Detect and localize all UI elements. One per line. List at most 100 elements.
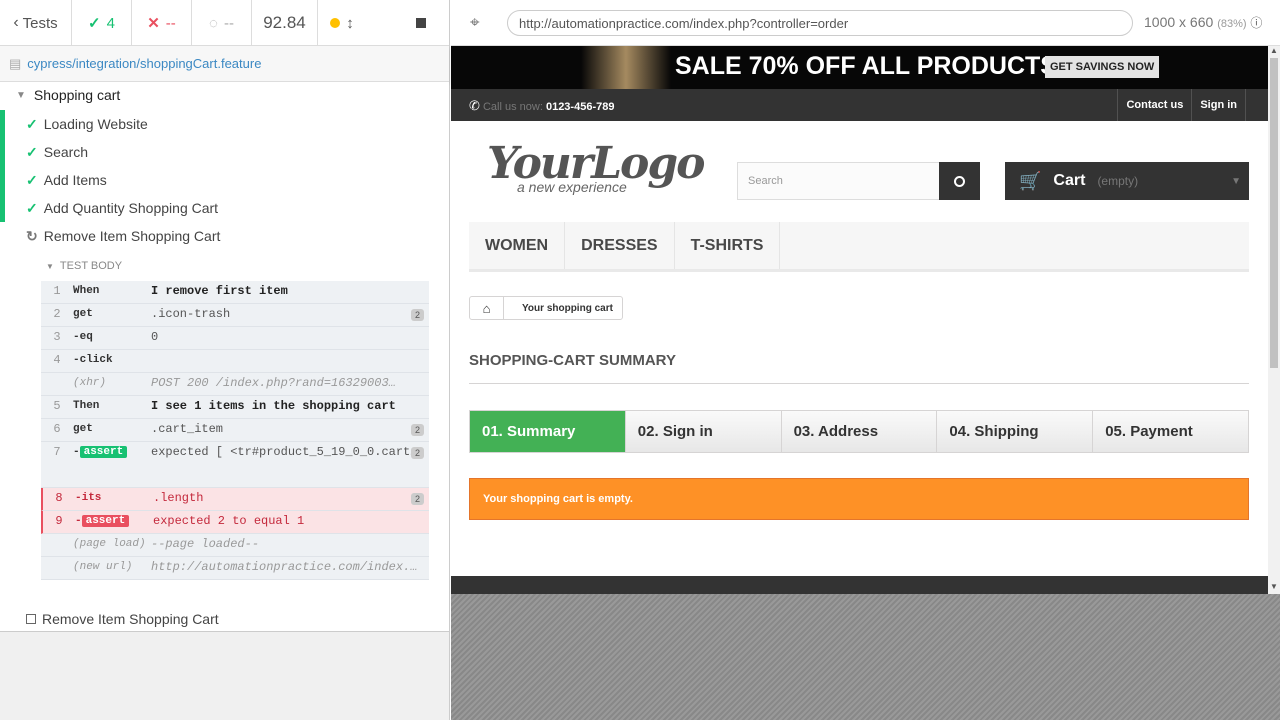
command-name: get bbox=[73, 423, 93, 435]
scroll-down-icon[interactable]: ▼ bbox=[1270, 582, 1278, 591]
count-badge: 2 bbox=[410, 493, 424, 505]
sale-banner[interactable]: SALE 70% OFF ALL PRODUCTS GET SAVINGS NO… bbox=[451, 46, 1268, 89]
banner-title: SALE 70% OFF ALL PRODUCTS bbox=[675, 52, 1057, 80]
auto-scroll-toggle[interactable]: ↕ bbox=[318, 0, 366, 46]
viewport-info: 1000 x 660 (83%) ⓘ bbox=[1144, 14, 1263, 30]
command-message: .cart_item bbox=[151, 422, 224, 436]
command-row[interactable]: 5 Then I see 1 items in the shopping cart bbox=[41, 396, 429, 419]
cart-dropdown[interactable]: 🛒 Cart (empty) ▼ bbox=[1005, 162, 1249, 200]
breadcrumb: ⌂ Your shopping cart bbox=[469, 296, 623, 320]
chevron-left-icon: ‹ bbox=[13, 14, 19, 31]
command-name: -click bbox=[73, 354, 113, 366]
test-item[interactable]: ✓ Loading Website bbox=[0, 110, 449, 138]
test-item[interactable]: ✓ Add Items bbox=[0, 166, 449, 194]
page-title: SHOPPING-CART SUMMARY bbox=[469, 352, 1249, 384]
test-item[interactable]: ✓ Add Quantity Shopping Cart bbox=[0, 194, 449, 222]
command-row[interactable]: 9- assert expected 2 to equal 1 bbox=[41, 511, 429, 534]
command-name: (new url) bbox=[73, 561, 133, 573]
order-step: 02. Sign in bbox=[624, 411, 781, 452]
command-row[interactable]: 6 get .cart_item 2 bbox=[41, 419, 429, 442]
x-icon: ✕ bbox=[147, 15, 160, 32]
menu-item[interactable]: T-SHIRTS bbox=[675, 222, 781, 269]
command-row[interactable]: 8 -its .length 2 bbox=[41, 488, 429, 511]
scrollbar-thumb[interactable] bbox=[1270, 58, 1278, 368]
test-item[interactable]: ↻ Remove Item Shopping Cart bbox=[0, 222, 449, 250]
status-dot-icon bbox=[330, 18, 341, 28]
caret-down-icon: ▼ bbox=[16, 89, 26, 101]
passed-count: ✓ 4 bbox=[72, 0, 132, 46]
assert-tag: assert bbox=[79, 446, 128, 458]
search-button[interactable] bbox=[939, 162, 980, 200]
order-step: 05. Payment bbox=[1092, 411, 1248, 452]
crosshair-icon[interactable]: ⌖ bbox=[470, 13, 480, 33]
command-row[interactable]: (new url) http://automationpractice.com/i… bbox=[41, 557, 429, 580]
check-icon: ✓ bbox=[26, 143, 38, 160]
back-to-tests-button[interactable]: ‹ Tests bbox=[0, 0, 72, 46]
stop-icon bbox=[416, 18, 426, 28]
search-icon bbox=[954, 175, 965, 187]
spec-path-link[interactable]: cypress/integration/shoppingCart.feature bbox=[27, 56, 261, 71]
command-row[interactable]: (xhr) POST 200 /index.php?rand=16329003… bbox=[41, 373, 429, 396]
order-step: 03. Address bbox=[780, 411, 937, 452]
command-row[interactable]: (page load) --page loaded-- bbox=[41, 534, 429, 557]
duration: 92.84 bbox=[252, 0, 318, 46]
cart-icon: 🛒 bbox=[1019, 170, 1042, 191]
contact-us-link[interactable]: Contact us bbox=[1117, 89, 1191, 121]
file-icon: ▤ bbox=[9, 55, 22, 71]
command-row[interactable]: 2 get .icon-trash 2 bbox=[41, 304, 429, 327]
command-row[interactable]: 3 -eq 0 bbox=[41, 327, 429, 350]
count-badge: 2 bbox=[410, 447, 424, 459]
footer bbox=[451, 576, 1268, 594]
banner-model-image bbox=[581, 46, 671, 89]
command-name: When bbox=[73, 285, 100, 297]
command-row[interactable]: 7- assert expected [ <tr#product_5_19_0_0.… bbox=[41, 442, 429, 488]
command-name: -its bbox=[75, 492, 102, 504]
command-message: I remove first item bbox=[151, 284, 288, 298]
arrows-vertical-icon: ↕ bbox=[346, 14, 354, 32]
reporter-header: ‹ Tests ✓ 4 ✕ -- ◌ -- 92.84 ↕ bbox=[0, 0, 449, 46]
suite-title[interactable]: ▼ Shopping cart bbox=[0, 82, 120, 108]
menu-item[interactable]: DRESSES bbox=[565, 222, 675, 269]
check-icon: ✓ bbox=[26, 199, 38, 216]
pending-test-item[interactable]: Remove Item Shopping Cart bbox=[26, 611, 219, 627]
search-input[interactable]: Search bbox=[737, 162, 940, 200]
command-log: 1 When I remove first item 2 get .icon-trash 2… bbox=[41, 281, 429, 580]
refresh-icon: ↻ bbox=[26, 227, 38, 244]
info-icon[interactable]: ⓘ bbox=[1250, 16, 1262, 30]
test-body-header[interactable]: ▼ TEST BODY bbox=[46, 260, 122, 272]
sign-in-link[interactable]: Sign in bbox=[1191, 89, 1246, 121]
main-menu: WOMEN DRESSES T-SHIRTS bbox=[469, 222, 1249, 272]
home-icon[interactable]: ⌂ bbox=[470, 297, 504, 319]
command-message: POST 200 /index.php?rand=16329003… bbox=[151, 376, 396, 390]
scroll-up-icon[interactable]: ▲ bbox=[1270, 46, 1278, 55]
command-message: .length bbox=[153, 491, 204, 505]
phone-icon: ✆ bbox=[469, 98, 480, 113]
get-savings-button[interactable]: GET SAVINGS NOW bbox=[1045, 56, 1160, 78]
command-message: http://automationpractice.com/index.… bbox=[151, 560, 418, 574]
site-frame: SALE 70% OFF ALL PRODUCTS GET SAVINGS NO… bbox=[451, 46, 1268, 594]
stop-button[interactable] bbox=[393, 0, 449, 46]
spec-bar: ▤ cypress/integration/shoppingCart.featu… bbox=[0, 46, 449, 82]
command-name: - assert bbox=[73, 445, 151, 458]
pending-count: ◌ -- bbox=[192, 0, 252, 46]
command-row[interactable]: 4 -click bbox=[41, 350, 429, 373]
command-message: .icon-trash bbox=[151, 307, 231, 321]
command-row[interactable]: 1 When I remove first item bbox=[41, 281, 429, 304]
aut-viewport: SALE 70% OFF ALL PRODUCTS GET SAVINGS NO… bbox=[451, 46, 1280, 720]
command-message: 0 bbox=[151, 330, 159, 344]
command-message: expected [ <tr#product_5_19_0_0.cart_ite… bbox=[151, 445, 429, 459]
url-bar[interactable]: http://automationpractice.com/index.php?… bbox=[507, 10, 1133, 36]
failed-count: ✕ -- bbox=[132, 0, 192, 46]
scrollbar[interactable]: ▲ ▼ bbox=[1268, 46, 1280, 594]
check-icon: ✓ bbox=[88, 15, 101, 32]
test-item[interactable]: ✓ Search bbox=[0, 138, 449, 166]
menu-item[interactable]: WOMEN bbox=[469, 222, 566, 269]
command-name: (xhr) bbox=[73, 377, 107, 389]
command-name: - assert bbox=[75, 514, 153, 527]
caret-down-icon: ▼ bbox=[46, 261, 54, 271]
command-message: expected 2 to equal 1 bbox=[153, 514, 305, 528]
command-name: get bbox=[73, 308, 93, 320]
top-navbar: ✆ Call us now: 0123-456-789 Contact us S… bbox=[451, 89, 1268, 121]
command-name: (page load) bbox=[73, 538, 146, 550]
logo-tagline: a new experience bbox=[517, 179, 627, 195]
